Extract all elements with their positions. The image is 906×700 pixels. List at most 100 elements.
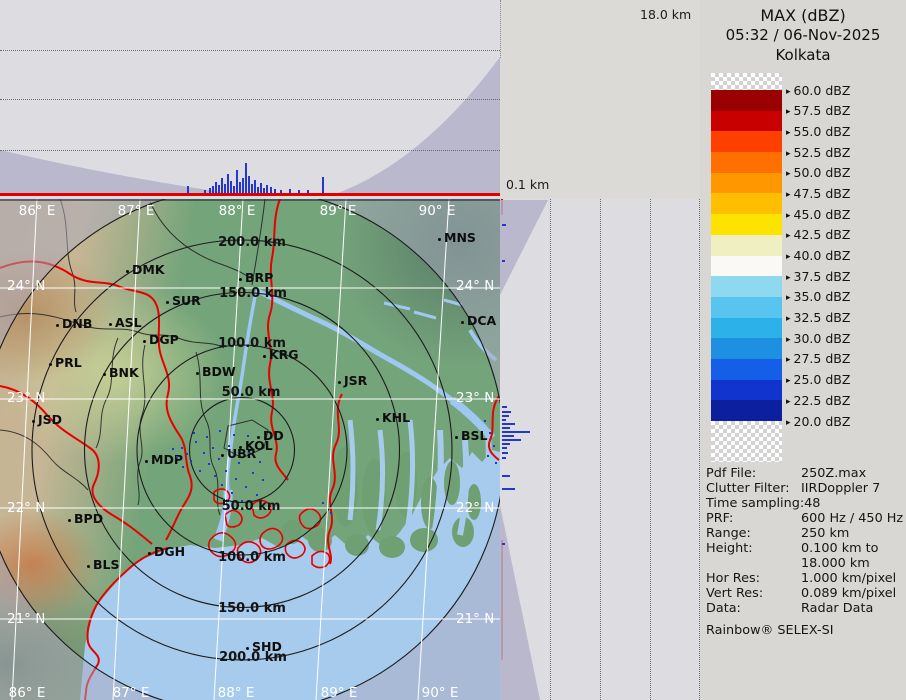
colorbar-swatch	[711, 359, 782, 380]
map-top-edge	[0, 199, 500, 201]
echo-height-spike	[187, 186, 189, 193]
echo-height-spike	[502, 447, 507, 449]
metadata-label: PRF:	[706, 511, 801, 526]
axis-tick	[500, 0, 501, 58]
level-arrow-icon: ▸	[786, 252, 791, 262]
metadata-value: 48	[804, 496, 820, 511]
echo-height-spike	[502, 439, 521, 441]
metadata-row: Hor Res:1.000 km/pixel	[706, 571, 904, 586]
level-arrow-icon: ▸	[786, 107, 791, 117]
echo-height-spike	[251, 184, 253, 193]
echo-height-spike	[263, 188, 265, 193]
colorbar-level-label: ▸57.5 dBZ	[786, 103, 850, 120]
echo-height-spike	[245, 163, 247, 193]
echo-height-spike	[502, 452, 508, 454]
colorbar-level-label: ▸20.0 dBZ	[786, 414, 850, 431]
metadata-value: 600 Hz / 450 Hz	[801, 511, 903, 526]
echo-height-spike	[502, 488, 515, 490]
echo-height-spike	[502, 411, 511, 413]
colorbar-swatch	[711, 235, 782, 256]
echo-height-spike	[270, 187, 272, 193]
metadata-row: Clutter Filter:IIRDoppler 7	[706, 481, 904, 496]
echo-height-spike	[221, 178, 223, 193]
height-gridline	[0, 150, 500, 151]
echo-height-spike	[289, 189, 291, 193]
software-brand: Rainbow® SELEX-SI	[706, 623, 904, 638]
colorbar-level-label: ▸32.5 dBZ	[786, 310, 850, 327]
colorbar-level-label: ▸25.0 dBZ	[786, 372, 850, 389]
echo-height-spike	[274, 189, 276, 193]
height-gridline	[0, 99, 500, 100]
echo-height-spike	[502, 406, 507, 408]
right-height-projection-panel	[500, 199, 700, 700]
colorbar-level-label: ▸55.0 dBZ	[786, 124, 850, 141]
site-name: Kolkata	[700, 46, 906, 64]
colorbar-level-label: ▸47.5 dBZ	[786, 186, 850, 203]
colorbar-swatch	[711, 380, 782, 401]
echo-height-spike	[257, 187, 259, 193]
metadata-row: Height:0.100 km to 18.000 km	[706, 541, 904, 571]
metadata-row: PRF:600 Hz / 450 Hz	[706, 511, 904, 526]
metadata-label: Pdf File:	[706, 466, 801, 481]
level-arrow-icon: ▸	[786, 211, 791, 221]
colorbar-swatch	[711, 400, 782, 421]
level-arrow-icon: ▸	[786, 128, 791, 138]
metadata-label: Height:	[706, 541, 801, 571]
level-arrow-icon: ▸	[786, 376, 791, 386]
colorbar-level-label: ▸27.5 dBZ	[786, 351, 850, 368]
colorbar-level-label: ▸35.0 dBZ	[786, 289, 850, 306]
echo-height-spike	[502, 457, 506, 459]
metadata-value: 0.100 km to 18.000 km	[801, 541, 879, 571]
echo-height-spike	[242, 178, 244, 193]
metadata-label: Vert Res:	[706, 586, 801, 601]
echo-height-spike	[502, 543, 505, 545]
metadata-row: Pdf File:250Z.max	[706, 466, 904, 481]
metadata-label: Range:	[706, 526, 801, 541]
height-axis-min-label: 0.1 km	[506, 177, 549, 192]
echo-height-spike	[230, 181, 232, 193]
colorbar-swatch	[711, 193, 782, 214]
colorbar-underflow-swatch	[711, 421, 782, 462]
echo-height-spike	[236, 170, 238, 193]
echo-height-spike	[239, 182, 241, 193]
echo-height-spike	[502, 419, 506, 421]
echo-height-spike	[298, 190, 300, 193]
echo-height-spike	[233, 186, 235, 193]
metadata-value: 250 km	[801, 526, 849, 541]
zero-height-baseline	[0, 193, 500, 196]
echo-height-spike	[502, 260, 505, 262]
echo-height-spike	[227, 174, 229, 193]
metadata-row: Range:250 km	[706, 526, 904, 541]
metadata-label: Clutter Filter:	[706, 481, 801, 496]
level-arrow-icon: ▸	[786, 418, 791, 428]
info-panel: MAX (dBZ) 05:32 / 06-Nov-2025 Kolkata ▸6…	[700, 0, 906, 700]
top-height-projection-panel	[0, 0, 501, 199]
colorbar-level-label: ▸45.0 dBZ	[786, 207, 850, 224]
colorbar-overflow-swatch	[711, 73, 782, 90]
echo-height-spike	[218, 185, 220, 193]
echo-height-spike	[224, 184, 226, 193]
metadata-row: Data:Radar Data	[706, 601, 904, 616]
echo-height-spike	[280, 190, 282, 193]
level-arrow-icon: ▸	[786, 335, 791, 345]
metadata-label: Hor Res:	[706, 571, 801, 586]
metadata-value: IIRDoppler 7	[801, 481, 880, 496]
metadata-value: Radar Data	[801, 601, 873, 616]
level-arrow-icon: ▸	[786, 314, 791, 324]
level-arrow-icon: ▸	[786, 231, 791, 241]
colorbar-level-label: ▸50.0 dBZ	[786, 165, 850, 182]
echo-height-spike	[260, 183, 262, 193]
echo-height-spike	[307, 190, 309, 193]
echo-height-spike	[212, 186, 214, 193]
product-title: MAX (dBZ)	[700, 6, 906, 25]
right-strip-graphics	[500, 199, 700, 700]
colorbar-swatch	[711, 318, 782, 339]
echo-height-spike	[322, 177, 324, 193]
level-arrow-icon: ▸	[786, 293, 791, 303]
height-axis-max-label: 18.0 km	[640, 7, 691, 22]
echo-height-spike	[254, 180, 256, 193]
echo-height-spike	[266, 185, 268, 193]
level-arrow-icon: ▸	[786, 87, 791, 97]
level-arrow-icon: ▸	[786, 397, 791, 407]
level-arrow-icon: ▸	[786, 190, 791, 200]
